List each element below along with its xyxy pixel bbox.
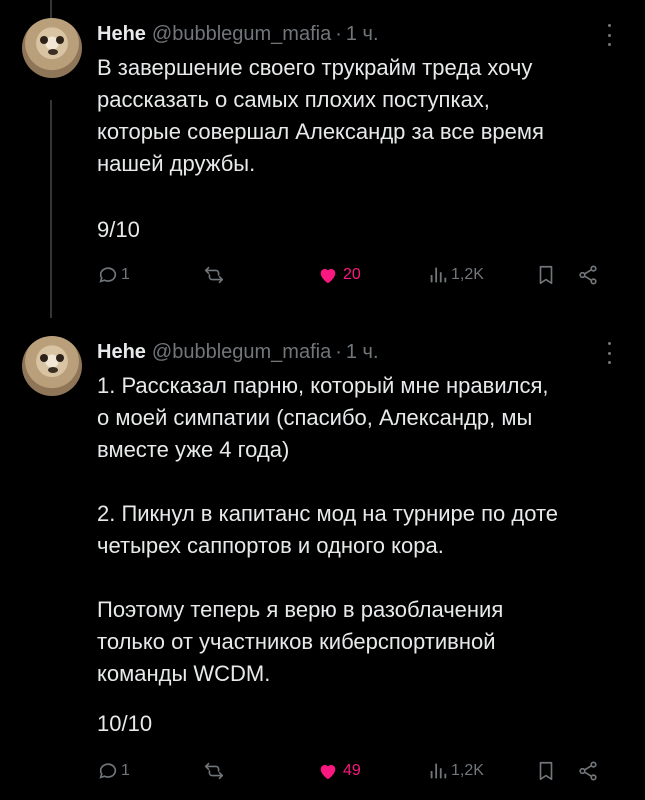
tweet[interactable]: Hehe @bubblegum_mafia · 1 ч. В завершени… bbox=[0, 0, 645, 320]
views-button[interactable]: 1,2K bbox=[427, 756, 484, 786]
share-icon bbox=[579, 761, 597, 781]
views-count: 1,2K bbox=[451, 266, 484, 283]
retweet-icon bbox=[204, 762, 224, 780]
like-count: 20 bbox=[343, 266, 361, 283]
author-name[interactable]: Hehe bbox=[97, 23, 146, 46]
tweet-header: Hehe @bubblegum_mafia · 1 ч. bbox=[97, 338, 379, 366]
timestamp[interactable]: 1 ч. bbox=[346, 23, 379, 46]
heart-filled-icon bbox=[320, 765, 336, 780]
views-button[interactable]: 1,2K bbox=[427, 260, 484, 290]
retweet-button[interactable] bbox=[203, 756, 225, 786]
author-name[interactable]: Hehe bbox=[97, 341, 146, 364]
tweet-actions: 1 49 1,2K bbox=[97, 756, 617, 786]
reply-count: 1 bbox=[121, 762, 130, 779]
thread-counter: 10/10 bbox=[97, 711, 153, 736]
avatar[interactable] bbox=[22, 336, 82, 396]
tweet-text: 1. Рассказал парню, который мне нравился… bbox=[97, 373, 559, 686]
timestamp[interactable]: 1 ч. bbox=[346, 341, 379, 364]
views-count: 1,2K bbox=[451, 762, 484, 779]
reply-count: 1 bbox=[121, 266, 130, 283]
bookmark-button[interactable] bbox=[535, 260, 557, 290]
bookmark-button[interactable] bbox=[535, 756, 557, 786]
separator: · bbox=[335, 22, 342, 45]
retweet-icon bbox=[204, 266, 224, 284]
separator: · bbox=[335, 340, 342, 363]
more-options-icon[interactable] bbox=[601, 342, 617, 364]
like-count: 49 bbox=[343, 762, 361, 779]
share-button[interactable] bbox=[577, 260, 599, 290]
like-button[interactable]: 49 bbox=[317, 756, 361, 786]
reply-icon bbox=[99, 763, 117, 779]
reply-button[interactable]: 1 bbox=[97, 756, 130, 786]
views-icon bbox=[430, 267, 447, 283]
avatar[interactable] bbox=[22, 18, 82, 78]
retweet-button[interactable] bbox=[203, 260, 225, 290]
reply-button[interactable]: 1 bbox=[97, 260, 130, 290]
author-handle[interactable]: @bubblegum_mafia bbox=[152, 341, 331, 364]
views-icon bbox=[430, 763, 447, 779]
tweet-text: В завершение своего трукрайм треда хочу … bbox=[97, 55, 544, 176]
thread-counter: 9/10 bbox=[97, 217, 140, 242]
author-handle[interactable]: @bubblegum_mafia bbox=[152, 23, 331, 46]
heart-filled-icon bbox=[320, 269, 336, 284]
tweet[interactable]: Hehe @bubblegum_mafia · 1 ч. 1. Рассказа… bbox=[0, 318, 645, 800]
more-options-icon[interactable] bbox=[601, 24, 617, 46]
bookmark-icon bbox=[539, 761, 553, 781]
like-button[interactable]: 20 bbox=[317, 260, 361, 290]
share-button[interactable] bbox=[577, 756, 599, 786]
tweet-header: Hehe @bubblegum_mafia · 1 ч. bbox=[97, 20, 379, 48]
tweet-actions: 1 20 1,2K bbox=[97, 260, 617, 290]
reply-icon bbox=[99, 267, 117, 283]
share-icon bbox=[579, 265, 597, 285]
bookmark-icon bbox=[539, 265, 553, 285]
